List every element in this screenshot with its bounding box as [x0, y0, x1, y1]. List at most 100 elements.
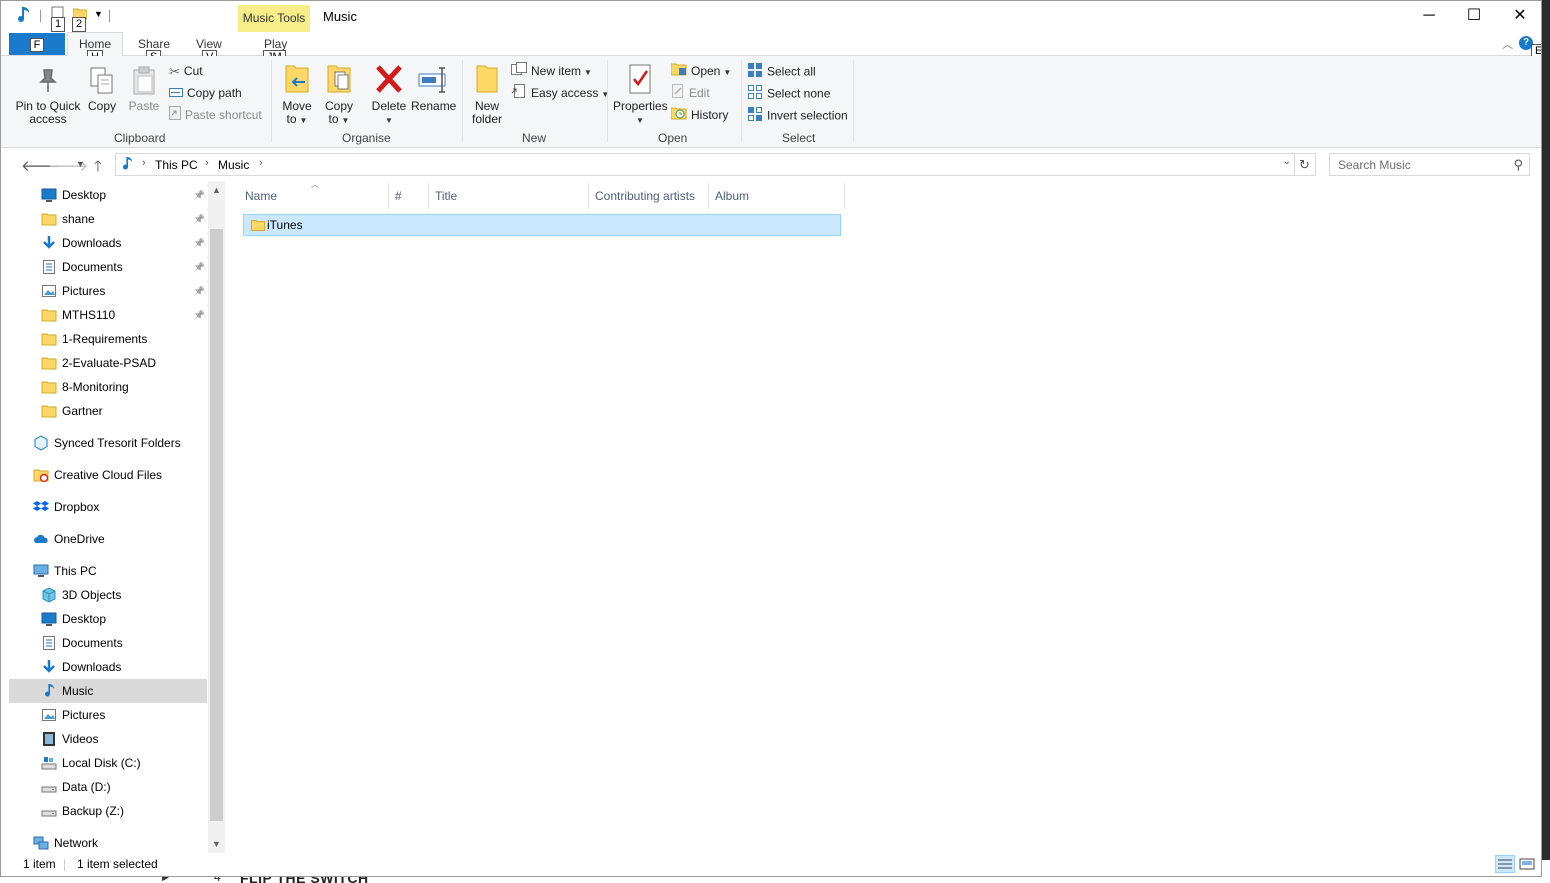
music-tools-contextual-tab[interactable]: Music Tools: [238, 5, 310, 32]
breadcrumb-music[interactable]: Music: [218, 158, 249, 172]
recent-locations-chevron-icon[interactable]: ▼: [76, 159, 85, 169]
maximize-button[interactable]: ☐: [1451, 1, 1497, 32]
select-all-icon: [747, 62, 763, 83]
scroll-up-icon[interactable]: ▲: [212, 185, 221, 195]
cut-button[interactable]: ✂ Cut: [169, 62, 203, 80]
select-none-button[interactable]: Select none: [747, 84, 830, 102]
address-dropdown-icon[interactable]: ⌄: [1283, 156, 1291, 167]
up-arrow-icon[interactable]: 🡑: [94, 156, 102, 181]
column-divider[interactable]: [428, 183, 429, 209]
search-box[interactable]: Search Music ⚲: [1329, 153, 1530, 176]
sidebar-item-downloads[interactable]: Downloads 📌: [9, 231, 207, 255]
refresh-icon[interactable]: ↻: [1294, 154, 1314, 175]
organise-group-label: Organise: [342, 131, 391, 145]
history-button[interactable]: History: [670, 106, 728, 124]
sidebar-item-shane[interactable]: shane 📌: [9, 207, 207, 231]
file-tab[interactable]: F: [9, 33, 65, 55]
sidebar-item-data-d[interactable]: Data (D:): [9, 775, 207, 799]
column-header-number[interactable]: #: [395, 183, 402, 209]
column-header-name[interactable]: Name: [245, 183, 277, 209]
copy-to-button[interactable]: Copy to ▼: [321, 62, 357, 127]
qa-separator: [40, 10, 41, 22]
sidebar-item-videos[interactable]: Videos: [9, 727, 207, 751]
search-input[interactable]: Search Music: [1338, 158, 1411, 172]
pin-icon[interactable]: 📌: [194, 183, 205, 207]
minimize-button[interactable]: ─: [1406, 1, 1452, 32]
delete-button[interactable]: Delete ▼: [369, 62, 409, 127]
move-to-button[interactable]: Move to ▼: [279, 62, 315, 127]
nav-pane-scrollbar[interactable]: ▲ ▼: [208, 181, 225, 853]
sidebar-item-creative-cloud-files[interactable]: Creative Cloud Files: [9, 463, 207, 487]
sidebar-item-downloads[interactable]: Downloads: [9, 655, 207, 679]
pin-icon[interactable]: 📌: [194, 207, 205, 231]
new-folder-button[interactable]: New folder: [469, 62, 505, 126]
pin-icon[interactable]: 📌: [194, 279, 205, 303]
customize-qa-dropdown-icon[interactable]: ▼: [94, 9, 103, 19]
sidebar-item-this-pc[interactable]: This PC: [9, 559, 207, 583]
pin-icon[interactable]: 📌: [194, 231, 205, 255]
desktop-icon: [41, 611, 57, 627]
new-item-button[interactable]: New item ▼: [511, 62, 592, 80]
copy-path-button[interactable]: Copy path: [169, 84, 242, 102]
pin-icon[interactable]: 📌: [194, 255, 205, 279]
qa-keytip-1: 1: [51, 17, 66, 32]
breadcrumb-chevron-icon[interactable]: ›: [142, 157, 146, 169]
sidebar-item-music[interactable]: Music: [9, 679, 207, 703]
breadcrumb-chevron-icon[interactable]: ›: [205, 157, 209, 169]
collapse-ribbon-icon[interactable]: ︿: [1502, 36, 1513, 52]
column-divider[interactable]: [844, 183, 845, 209]
paste-button[interactable]: Paste: [127, 66, 161, 113]
copy-button[interactable]: Copy: [87, 66, 117, 113]
sidebar-item-network[interactable]: Network: [9, 831, 207, 855]
sidebar-item-desktop[interactable]: Desktop: [9, 607, 207, 631]
breadcrumb-chevron-icon[interactable]: ›: [259, 157, 263, 169]
sidebar-item-gartner[interactable]: Gartner: [9, 399, 207, 423]
tab-play[interactable]: Play: [264, 37, 287, 51]
select-all-button[interactable]: Select all: [747, 62, 816, 80]
column-divider[interactable]: [588, 183, 589, 209]
easy-access-button[interactable]: Easy access ▼: [511, 84, 609, 102]
invert-selection-button[interactable]: Invert selection: [747, 106, 848, 124]
sidebar-item-pictures[interactable]: Pictures: [9, 703, 207, 727]
address-bar[interactable]: › This PC › Music › ⌄ ↻: [115, 153, 1316, 176]
properties-button[interactable]: Properties ▼: [613, 62, 668, 127]
pin-to-quick-access-button[interactable]: Pin to Quick access: [13, 66, 83, 126]
details-view-button[interactable]: [1495, 855, 1515, 873]
column-header-title[interactable]: Title: [435, 183, 457, 209]
open-button[interactable]: Open ▼: [670, 62, 731, 80]
sidebar-item-8-monitoring[interactable]: 8-Monitoring: [9, 375, 207, 399]
folder-icon: [251, 218, 265, 232]
edit-button[interactable]: Edit: [671, 84, 710, 102]
sidebar-item-1-requirements[interactable]: 1-Requirements: [9, 327, 207, 351]
pin-icon[interactable]: 📌: [194, 303, 205, 327]
tab-share[interactable]: Share: [138, 37, 170, 51]
column-header-contributing-artists[interactable]: Contributing artists: [595, 183, 695, 209]
column-divider[interactable]: [388, 183, 389, 209]
sidebar-item-mths110[interactable]: MTHS110 📌: [9, 303, 207, 327]
sidebar-item-synced-tresorit-folders[interactable]: Synced Tresorit Folders: [9, 431, 207, 455]
rename-button[interactable]: Rename: [411, 62, 456, 113]
sidebar-item-pictures[interactable]: Pictures 📌: [9, 279, 207, 303]
column-header-album[interactable]: Album: [715, 183, 749, 209]
scrollbar-thumb[interactable]: [210, 229, 223, 821]
new-folder-label-2: folder: [471, 112, 503, 126]
sidebar-item-documents[interactable]: Documents: [9, 631, 207, 655]
sidebar-item-documents[interactable]: Documents 📌: [9, 255, 207, 279]
sidebar-item-onedrive[interactable]: OneDrive: [9, 527, 207, 551]
sidebar-item-dropbox[interactable]: Dropbox: [9, 495, 207, 519]
sidebar-item-local-disk-c[interactable]: Local Disk (C:): [9, 751, 207, 775]
tab-home[interactable]: Home: [79, 37, 111, 51]
sidebar-item-2-evaluate-psad[interactable]: 2-Evaluate-PSAD: [9, 351, 207, 375]
large-icons-view-button[interactable]: [1517, 855, 1537, 873]
close-button[interactable]: ✕: [1497, 1, 1541, 32]
sidebar-item-desktop[interactable]: Desktop 📌: [9, 183, 207, 207]
scroll-down-icon[interactable]: ▼: [212, 839, 221, 849]
file-row[interactable]: iTunes: [243, 214, 841, 236]
breadcrumb-this-pc[interactable]: This PC: [155, 158, 198, 172]
sidebar-item-3d-objects[interactable]: 3D Objects: [9, 583, 207, 607]
column-divider[interactable]: [708, 183, 709, 209]
selection-count: 1 item selected: [77, 857, 158, 871]
paste-shortcut-button[interactable]: Paste shortcut: [169, 106, 262, 124]
tab-view[interactable]: View: [196, 37, 222, 51]
sidebar-item-backup-z[interactable]: Backup (Z:): [9, 799, 207, 823]
